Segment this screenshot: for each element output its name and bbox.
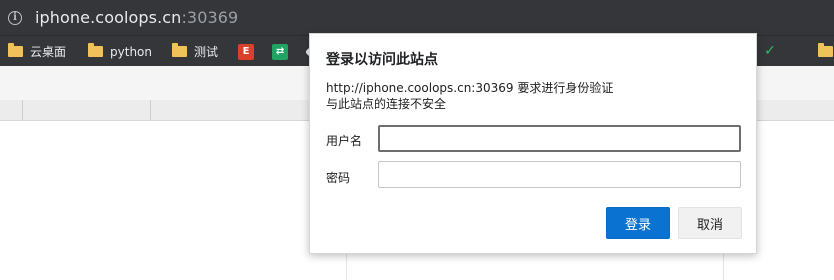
page-tab-segment [22, 100, 151, 120]
bookmark-red-e[interactable]: E [234, 40, 258, 64]
bookmark-green-arrows[interactable]: ⇄ [268, 40, 292, 64]
dialog-insecure-message: 与此站点的连接不安全 [326, 97, 447, 111]
bookmark-label: 云桌面 [30, 45, 67, 59]
address-bar[interactable]: i iphone.coolops.cn:30369 [0, 0, 834, 35]
folder-icon [8, 43, 23, 57]
password-label: 密码 [326, 171, 351, 185]
page-tab-segment [0, 100, 23, 120]
info-icon[interactable]: i [8, 10, 22, 25]
dialog-title: 登录以访问此站点 [326, 52, 438, 68]
green-arrows-favicon-icon: ⇄ [272, 43, 289, 60]
page-content-panel [346, 250, 724, 280]
folder-icon [818, 42, 833, 57]
url-host: iphone.coolops.cn [35, 8, 182, 27]
green-check-favicon-icon: ✓ [764, 43, 776, 59]
login-button[interactable]: 登录 [606, 207, 670, 239]
folder-icon [88, 43, 104, 57]
bookmark-label: 测试 [194, 45, 219, 59]
red-e-favicon-icon: E [238, 43, 255, 60]
username-field[interactable] [378, 125, 741, 152]
bookmark-folder-python[interactable]: python [84, 40, 156, 64]
password-field[interactable] [378, 161, 741, 188]
folder-icon [172, 43, 187, 57]
bookmark-folder-ceshi[interactable]: 测试 [168, 40, 222, 64]
bookmark-right-green[interactable]: ✓ [758, 39, 782, 63]
username-label: 用户名 [326, 134, 363, 148]
cancel-button[interactable]: 取消 [678, 207, 742, 239]
bookmark-label: python [110, 44, 152, 59]
dialog-auth-message: http://iphone.coolops.cn:30369 要求进行身份验证 [326, 81, 614, 95]
bookmark-folder-yunzhuomian[interactable]: 云桌面 [4, 40, 70, 64]
url-port: :30369 [181, 8, 239, 27]
url-text[interactable]: iphone.coolops.cn:30369 [35, 8, 238, 27]
auth-dialog: 登录以访问此站点 http://iphone.coolops.cn:30369 … [309, 33, 757, 254]
bookmark-folder-right[interactable] [814, 39, 834, 63]
